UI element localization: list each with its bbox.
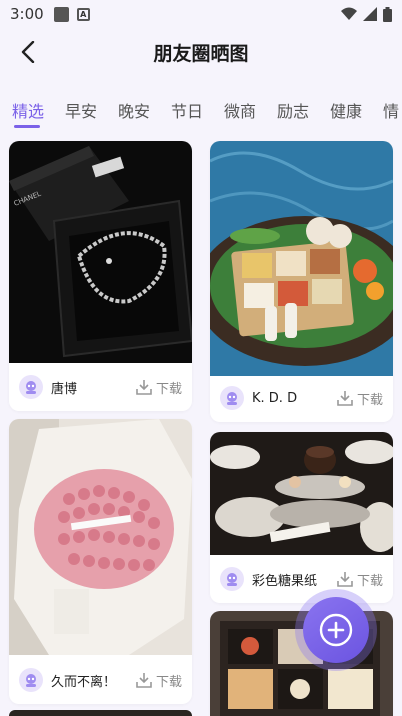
signal-icon [363, 7, 377, 21]
download-button[interactable]: 下载 [337, 570, 383, 589]
afternoon-tea-photo[interactable] [210, 432, 393, 555]
post-card[interactable]: 久而不离！ 下载 [9, 419, 192, 704]
download-button[interactable]: 下载 [337, 389, 383, 408]
robot-avatar-icon [227, 392, 237, 405]
tab-lizhi[interactable]: 励志 [277, 88, 318, 122]
header-bar: 朋友圈晒图 [0, 28, 402, 76]
tab-jieri[interactable]: 节日 [171, 88, 212, 122]
avatar[interactable] [19, 668, 43, 692]
download-label: 下载 [356, 573, 383, 589]
card-username: K. D. D [252, 390, 298, 406]
download-button[interactable]: 下载 [136, 671, 182, 690]
tab-jiankang[interactable]: 健康 [330, 88, 371, 122]
pink-rose-bouquet-photo[interactable] [9, 419, 192, 655]
tab-weishang[interactable]: 微商 [224, 88, 265, 122]
card-footer: 久而不离！ 下载 [9, 656, 192, 704]
a-icon: A [76, 7, 90, 21]
plus-icon [319, 613, 353, 647]
tab-jingxuan[interactable]: 精选 [12, 88, 53, 128]
card-footer: 唐博 下载 [9, 363, 192, 411]
avatar[interactable] [19, 375, 43, 399]
chanel-bracelet-photo[interactable]: CHANEL [9, 141, 192, 363]
add-post-button[interactable] [303, 597, 369, 663]
post-card[interactable]: CHANEL 唐博 下载 [9, 141, 192, 411]
download-icon [337, 572, 353, 587]
card-footer: K. D. D 下载 [210, 374, 393, 422]
post-card-partial [9, 710, 192, 716]
download-icon [136, 380, 152, 395]
category-tabs: 精选 早安 晚安 节日 微商 励志 健康 情 [0, 88, 402, 132]
card-username: 彩色糖果纸 [252, 573, 318, 589]
tab-wanan[interactable]: 晚安 [118, 88, 159, 122]
wifi-icon [341, 7, 357, 20]
card-username: 久而不离！ [51, 674, 117, 690]
post-card[interactable]: K. D. D 下载 [210, 141, 393, 422]
avatar[interactable] [220, 567, 244, 591]
robot-avatar-icon [227, 573, 237, 586]
avatar[interactable] [220, 386, 244, 410]
download-label: 下载 [155, 674, 182, 690]
battery-icon [383, 6, 392, 22]
robot-avatar-icon [26, 674, 36, 687]
chevron-left-icon [21, 41, 35, 63]
post-card[interactable]: 彩色糖果纸 下载 [210, 432, 393, 603]
card-footer: 彩色糖果纸 下载 [210, 555, 393, 603]
tab-qing[interactable]: 情 [383, 88, 402, 122]
download-icon [136, 673, 152, 688]
robot-avatar-icon [26, 381, 36, 394]
back-button[interactable] [12, 36, 44, 68]
download-icon [337, 391, 353, 406]
download-label: 下载 [356, 392, 383, 408]
floating-breakfast-photo[interactable] [210, 141, 393, 376]
tab-zaoan[interactable]: 早安 [65, 88, 106, 122]
download-button[interactable]: 下载 [136, 378, 182, 397]
card-username: 唐博 [51, 381, 78, 397]
status-bar: 3:00 A [0, 0, 402, 28]
status-time: 3:00 [10, 5, 44, 23]
notification-icon [53, 6, 69, 22]
page-title: 朋友圈晒图 [153, 42, 249, 65]
download-label: 下载 [155, 381, 182, 397]
